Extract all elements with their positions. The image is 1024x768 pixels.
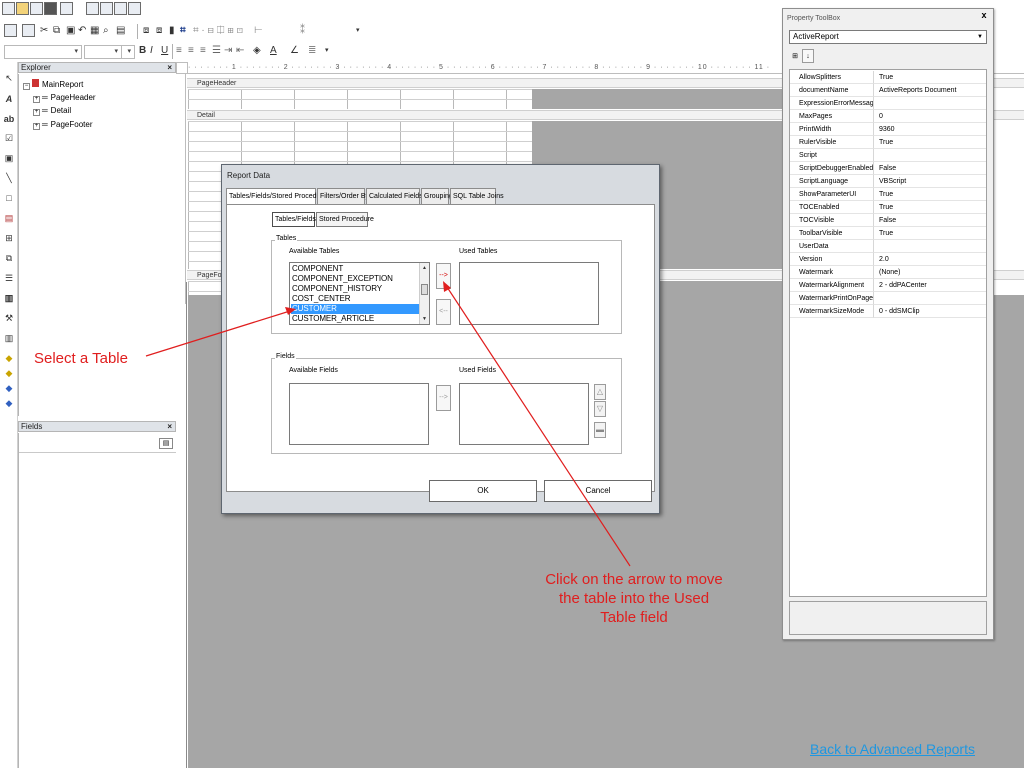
annotation-arrows xyxy=(145,281,631,567)
move-arrow-line xyxy=(446,286,631,567)
arrow-instruction-note: Click on the arrow to move the table int… xyxy=(522,570,746,627)
select-table-arrowhead xyxy=(285,307,296,315)
note-line: Click on the arrow to move xyxy=(545,571,723,588)
select-table-arrow-line xyxy=(145,310,291,357)
select-table-note: Select a Table xyxy=(34,350,128,367)
note-line: Table field xyxy=(600,609,668,626)
back-to-advanced-reports-link[interactable]: Back to Advanced Reports xyxy=(810,741,975,757)
note-line: the table into the Used xyxy=(558,590,710,607)
